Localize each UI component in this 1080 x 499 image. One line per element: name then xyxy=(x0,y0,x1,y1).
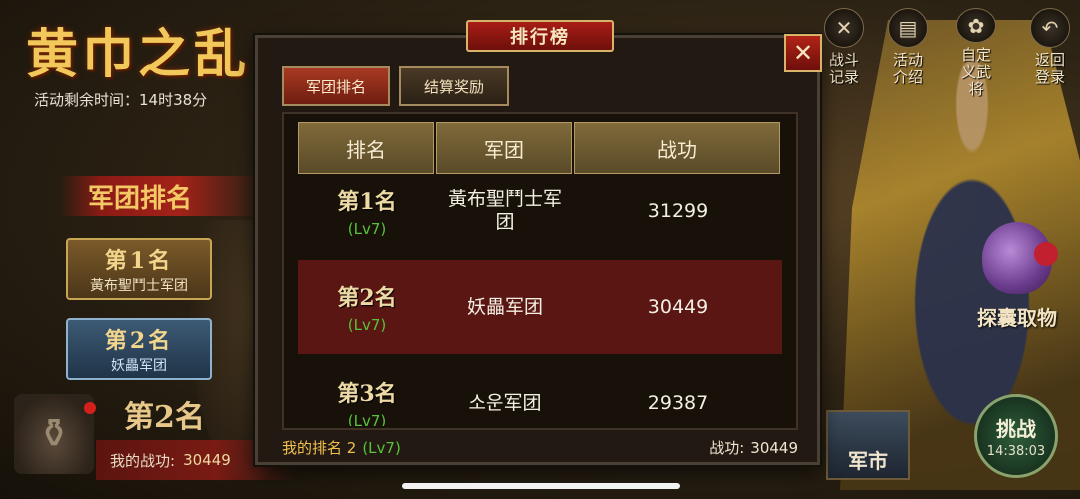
rank-cell: 第2名 (Lv7) xyxy=(298,280,436,334)
merit-value: 30449 xyxy=(647,296,709,318)
left-ranking-header: 军团排名 xyxy=(60,176,260,216)
lotus-icon: ✿ xyxy=(956,8,996,43)
game-title: 黄巾之乱 xyxy=(26,24,251,85)
pouch-icon xyxy=(982,222,1058,294)
table-row[interactable]: 第1名 (Lv7) 黃布聖鬥士军团 31299 xyxy=(298,176,782,258)
level-text: (Lv7) xyxy=(347,316,387,334)
custom-general-button[interactable]: ✿ 自定义武将 xyxy=(946,8,1006,98)
treasure-pouch-label: 探囊取物 xyxy=(977,306,1057,330)
legion-name: 黃布聖鬥士军团 xyxy=(447,188,562,233)
left-rank-card-name: 妖畾军团 xyxy=(111,358,167,374)
ranking-table-header: 排名 军团 战功 xyxy=(298,122,782,174)
market-label: 军市 xyxy=(848,449,888,473)
treasure-pouch-button[interactable]: 探囊取物 xyxy=(962,222,1072,342)
merit-cell: 31299 xyxy=(574,200,782,222)
footer-merit-value: 30449 xyxy=(750,438,798,457)
notification-dot xyxy=(84,402,96,414)
close-button[interactable]: ✕ xyxy=(784,34,822,72)
legion-name: 妖畾军团 xyxy=(466,295,543,318)
event-intro-button[interactable]: ▤ 活动介绍 xyxy=(878,8,938,98)
legion-cell: 妖畾军团 xyxy=(436,296,574,319)
event-intro-label: 活动介绍 xyxy=(892,51,923,86)
legion-cell: 소운军团 xyxy=(436,392,574,415)
return-login-button[interactable]: ↶ 返回登录 xyxy=(1020,8,1080,98)
column-header-merit: 战功 xyxy=(574,122,780,174)
tab-legion-ranking[interactable]: 军团排名 xyxy=(282,66,390,106)
ranking-list[interactable]: 第1名 (Lv7) 黃布聖鬥士军团 31299 第2名 (Lv7) 妖畾军团 3… xyxy=(298,176,782,426)
merit-value: 29387 xyxy=(647,392,709,414)
seal-icon[interactable]: ⚱ xyxy=(14,394,94,474)
my-ranking-info: 我的排名 2 (Lv7) xyxy=(282,437,401,458)
merit-value: 31299 xyxy=(647,200,709,222)
home-indicator[interactable] xyxy=(402,483,680,489)
column-header-legion: 军团 xyxy=(436,122,572,174)
footer-merit-label: 战功: xyxy=(709,438,745,457)
level-text: (Lv7) xyxy=(347,220,387,238)
rank-cell: 第3名 (Lv7) xyxy=(298,376,436,426)
left-rank-card-name: 黃布聖鬥士军团 xyxy=(90,278,188,294)
custom-general-label: 自定义武将 xyxy=(960,46,991,98)
challenge-button[interactable]: 挑战 14:38:03 xyxy=(974,394,1058,478)
merit-cell: 29387 xyxy=(574,392,782,414)
close-icon: ✕ xyxy=(792,39,814,67)
rank-text: 第1名 xyxy=(337,189,397,215)
market-button[interactable]: 军市 xyxy=(826,410,910,480)
my-merit-info: 战功: 30449 xyxy=(709,437,798,458)
left-rank-card-1[interactable]: 第1名 黃布聖鬥士军团 xyxy=(66,238,212,300)
dialog-title: 排行榜 xyxy=(466,20,614,52)
my-ranking-level: (Lv7) xyxy=(362,438,401,457)
rank-text: 第2名 xyxy=(337,285,397,311)
left-rank-card-2[interactable]: 第2名 妖畾军团 xyxy=(66,318,212,380)
return-login-label: 返回登录 xyxy=(1034,51,1065,86)
table-row[interactable]: 第2名 (Lv7) 妖畾军团 30449 xyxy=(298,260,782,354)
column-header-rank: 排名 xyxy=(298,122,434,174)
my-ranking-label: 我的排名 2 xyxy=(282,438,357,457)
challenge-label: 挑战 xyxy=(996,417,1036,441)
close-x-icon: ✕ xyxy=(824,8,864,48)
merit-cell: 30449 xyxy=(574,296,782,318)
battle-record-label: 战斗记录 xyxy=(828,51,859,86)
rank-cell: 第1名 (Lv7) xyxy=(298,184,436,238)
table-row[interactable]: 第3名 (Lv7) 소운军团 29387 xyxy=(298,356,782,426)
dialog-footer: 我的排名 2 (Lv7) 战功: 30449 xyxy=(282,432,798,462)
tab-settlement-rewards[interactable]: 结算奖励 xyxy=(399,66,509,106)
battle-record-button[interactable]: ✕ 战斗记录 xyxy=(814,8,874,98)
challenge-timer: 14:38:03 xyxy=(986,444,1046,459)
legion-name: 소운军团 xyxy=(468,391,542,414)
level-text: (Lv7) xyxy=(347,412,387,426)
remaining-time: 活动剩余时间：14时38分 xyxy=(34,91,208,109)
my-merit-value: 30449 xyxy=(183,451,231,469)
scroll-icon: ▤ xyxy=(888,8,928,48)
my-rank-display: 第2名 xyxy=(124,400,205,435)
rank-text: 第3名 xyxy=(337,381,397,407)
left-rank-card-rank: 第1名 xyxy=(104,248,174,274)
return-arrow-icon: ↶ xyxy=(1030,8,1070,48)
my-merit-label: 我的战功: xyxy=(110,451,176,470)
legion-cell: 黃布聖鬥士军团 xyxy=(436,188,574,234)
left-rank-card-rank: 第2名 xyxy=(104,328,174,354)
